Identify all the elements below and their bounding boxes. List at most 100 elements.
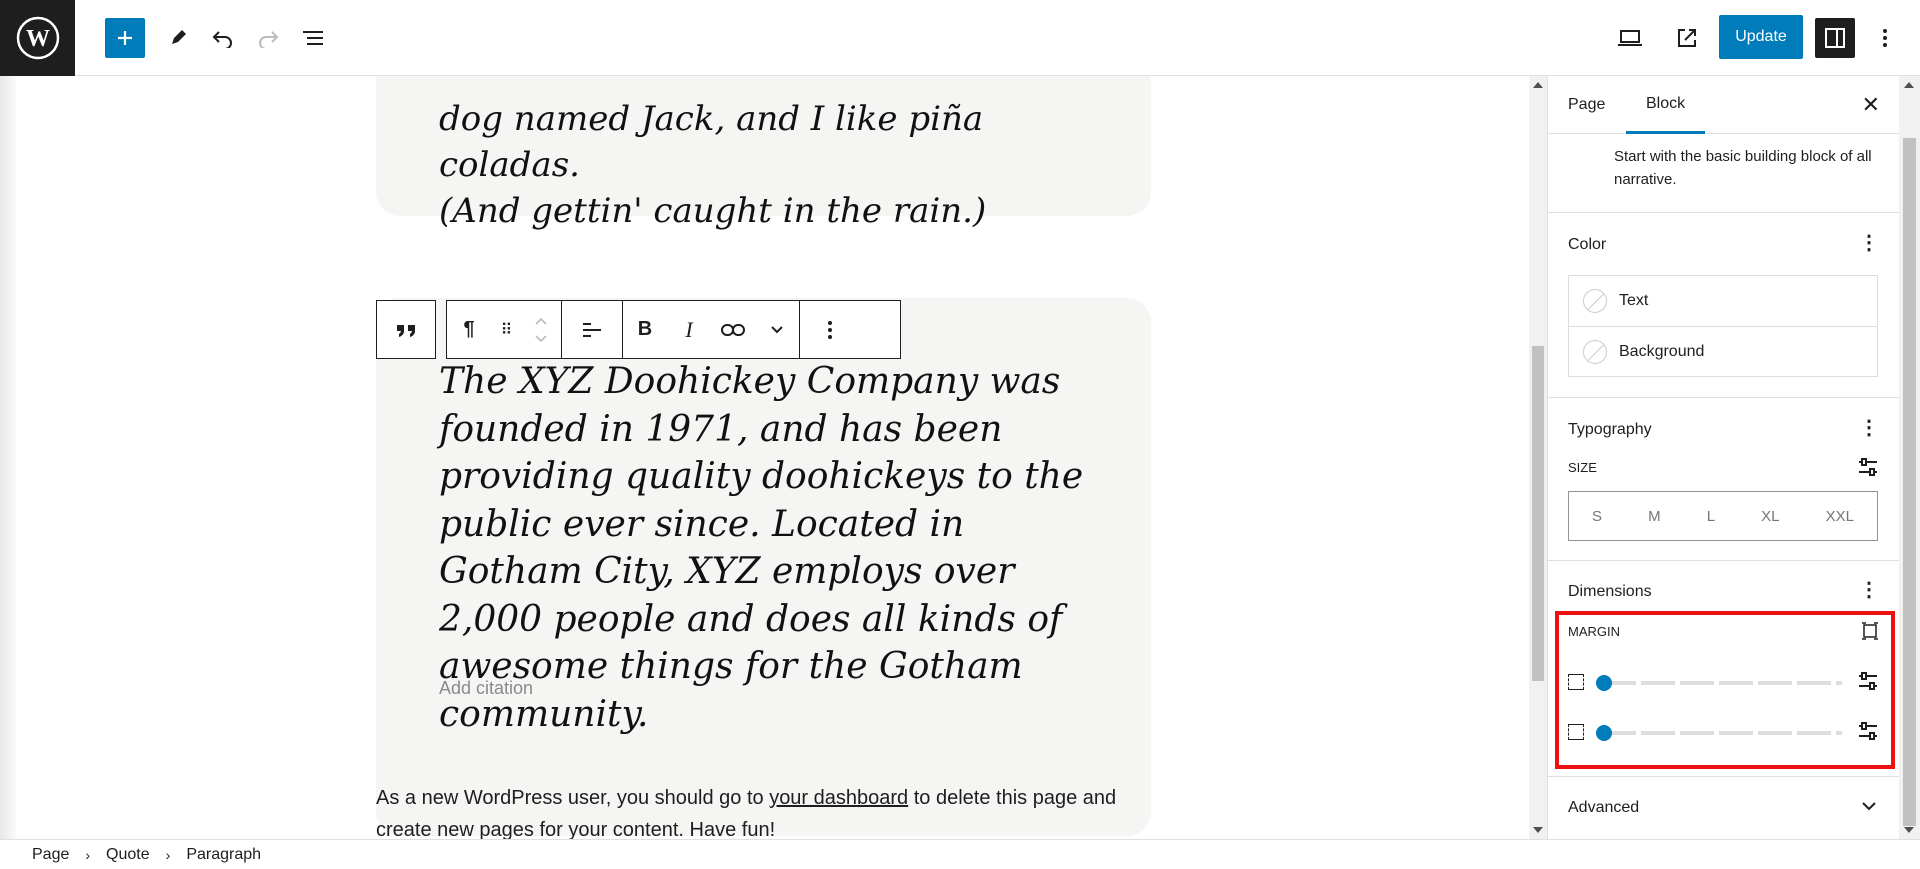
redo-icon <box>259 31 279 48</box>
citation-field[interactable]: Add citation <box>439 678 533 699</box>
add-block-button[interactable] <box>105 18 145 58</box>
quote-text-main[interactable]: The XYZ Doohickey Company was founded in… <box>439 358 1099 738</box>
breadcrumb: Page › Quote › Paragraph <box>0 839 1920 869</box>
options-button[interactable] <box>1865 18 1905 58</box>
scroll-thumb[interactable] <box>1532 346 1544 681</box>
swatch-icon <box>1583 339 1607 364</box>
advanced-panel-title[interactable]: Advanced <box>1568 799 1639 817</box>
background-color-option[interactable]: Background <box>1569 326 1877 376</box>
quote-text-top[interactable]: dog named Jack, and I like piña coladas.… <box>439 96 1119 234</box>
size-option-s[interactable]: S <box>1592 508 1602 525</box>
list-view-icon <box>303 31 323 45</box>
align-left-icon[interactable] <box>562 301 622 358</box>
scroll-thumb[interactable] <box>1903 138 1916 826</box>
divider <box>1548 776 1899 777</box>
block-transform-group: ¶ ⠿ <box>447 301 562 358</box>
list-view-button[interactable] <box>293 18 333 58</box>
view-page-button[interactable] <box>1667 18 1707 58</box>
settings-button[interactable] <box>1815 18 1855 58</box>
size-option-m[interactable]: M <box>1648 508 1661 525</box>
size-option-xxl[interactable]: XXL <box>1826 508 1854 525</box>
svg-text:W: W <box>26 26 50 52</box>
margin-bottom-side-icon <box>1568 724 1584 740</box>
margin-bottom-control <box>1568 719 1878 745</box>
breadcrumb-paragraph[interactable]: Paragraph <box>186 846 261 864</box>
color-option-label: Text <box>1619 292 1649 309</box>
margin-label: MARGIN <box>1568 624 1620 639</box>
link-icon[interactable] <box>711 301 755 358</box>
block-description: Start with the basic building block of a… <box>1614 148 1872 188</box>
margin-top-slider-handle[interactable] <box>1596 675 1612 691</box>
undo-icon <box>212 31 232 48</box>
more-group <box>800 301 860 358</box>
preview-button[interactable] <box>1610 18 1650 58</box>
margin-top-control <box>1568 669 1878 695</box>
dashboard-link[interactable]: your dashboard <box>769 787 908 809</box>
editor-canvas: dog named Jack, and I like piña coladas.… <box>0 76 1529 839</box>
align-group <box>562 301 623 358</box>
paragraph-icon[interactable]: ¶ <box>447 301 491 358</box>
text-color-option[interactable]: Text <box>1569 276 1877 326</box>
typography-options-icon[interactable]: ⋮ <box>1859 418 1879 438</box>
block-toolbar: ¶ ⠿ B I <box>446 300 901 359</box>
typography-panel-title[interactable]: Typography <box>1568 421 1652 439</box>
editor-toolbar: W Update <box>0 0 1920 76</box>
update-button[interactable]: Update <box>1719 15 1803 59</box>
margin-bottom-slider-handle[interactable] <box>1596 725 1612 741</box>
move-arrows-icon[interactable] <box>521 301 561 358</box>
scroll-down-arrow[interactable] <box>1533 827 1543 833</box>
color-option-label: Background <box>1619 342 1705 360</box>
chevron-down-icon[interactable] <box>755 301 799 358</box>
sidebar-scrollbar[interactable] <box>1899 76 1920 839</box>
canvas-scrollbar[interactable] <box>1529 76 1547 839</box>
italic-icon[interactable]: I <box>667 301 711 358</box>
close-icon[interactable]: ✕ <box>1862 92 1880 118</box>
plus-icon <box>118 31 132 45</box>
size-option-xl[interactable]: XL <box>1761 508 1779 525</box>
quote-line: dog named Jack, and I like piña coladas. <box>439 99 984 185</box>
swatch-icon <box>1583 289 1607 313</box>
quote-line: (And gettin' caught in the rain.) <box>439 191 987 231</box>
margin-top-slider[interactable] <box>1602 681 1842 685</box>
custom-value-icon[interactable] <box>1858 672 1878 690</box>
bold-icon[interactable]: B <box>623 301 667 358</box>
settings-icon <box>1825 28 1845 48</box>
scroll-up-arrow[interactable] <box>1904 82 1914 88</box>
size-option-l[interactable]: L <box>1707 508 1715 525</box>
external-view-icon <box>1678 29 1696 47</box>
divider <box>1548 212 1899 213</box>
custom-size-icon[interactable] <box>1858 458 1878 476</box>
undo-button[interactable] <box>203 18 243 58</box>
tab-block[interactable]: Block <box>1626 76 1706 134</box>
settings-sidebar: Page Block ✕ Start with the basic buildi… <box>1547 76 1899 839</box>
paragraph-block[interactable]: As a new WordPress user, you should go t… <box>376 782 1136 839</box>
quote-block-selected[interactable]: The XYZ Doohickey Company was founded in… <box>376 298 1151 836</box>
chevron-right-icon: › <box>165 846 171 863</box>
quote-block-top[interactable]: dog named Jack, and I like piña coladas.… <box>376 76 1151 231</box>
unlink-sides-icon[interactable] <box>1861 622 1879 640</box>
scroll-down-arrow[interactable] <box>1904 827 1914 833</box>
color-options: Text Background <box>1568 275 1878 377</box>
tab-page[interactable]: Page <box>1548 76 1625 134</box>
margin-bottom-slider[interactable] <box>1602 731 1842 735</box>
wordpress-logo-icon[interactable]: W <box>0 0 75 76</box>
divider <box>1548 560 1899 561</box>
chevron-down-icon[interactable] <box>1861 800 1877 812</box>
options-icon <box>1883 29 1887 47</box>
scroll-up-arrow[interactable] <box>1533 82 1543 88</box>
drag-handle-icon[interactable]: ⠿ <box>491 301 521 358</box>
dimensions-panel-title[interactable]: Dimensions <box>1568 583 1652 601</box>
custom-value-icon[interactable] <box>1858 722 1878 740</box>
size-label: SIZE <box>1568 460 1597 475</box>
block-options-icon[interactable] <box>800 301 860 358</box>
breadcrumb-quote[interactable]: Quote <box>106 846 150 864</box>
color-panel-title[interactable]: Color <box>1568 236 1606 254</box>
sidebar-tabs: Page Block ✕ <box>1548 76 1899 134</box>
dimensions-options-icon[interactable]: ⋮ <box>1859 580 1879 600</box>
chevron-right-icon: › <box>85 846 91 863</box>
redo-button[interactable] <box>248 18 288 58</box>
breadcrumb-page[interactable]: Page <box>32 846 69 864</box>
color-options-icon[interactable]: ⋮ <box>1859 233 1879 253</box>
edit-tools-button[interactable] <box>158 18 198 58</box>
quote-block-type-button[interactable] <box>376 300 436 359</box>
